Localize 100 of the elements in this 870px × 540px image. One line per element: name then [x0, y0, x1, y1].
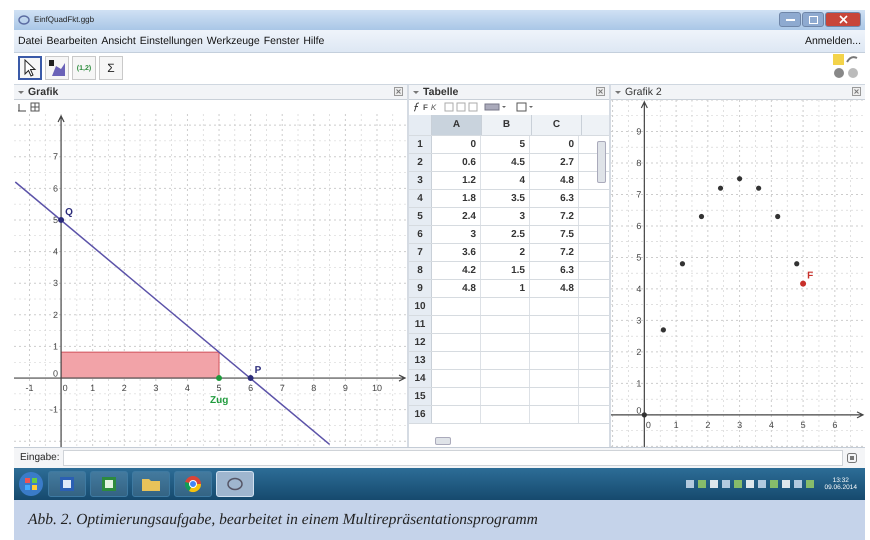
axis-tick-label: 1	[636, 378, 642, 388]
table-cell: 4.8	[432, 280, 481, 297]
axis-tick-label: 2	[53, 309, 58, 320]
point[interactable]	[58, 216, 64, 222]
axis-tick-label: 5	[800, 419, 806, 430]
table-cell: 7.2	[530, 208, 579, 225]
table-cell: 2.7	[530, 154, 579, 171]
table-cell: 4	[481, 172, 530, 189]
menu-item[interactable]: Bearbeiten	[46, 34, 98, 47]
row-header[interactable]: 6	[409, 226, 432, 243]
row-header[interactable]: 2	[409, 154, 432, 171]
column-header[interactable]: C	[532, 114, 582, 135]
taskbar-app[interactable]	[90, 471, 128, 498]
row-header[interactable]: 14	[409, 370, 432, 387]
scrollbar[interactable]	[435, 436, 451, 445]
menu-item[interactable]: Datei	[18, 34, 43, 47]
input-field[interactable]	[63, 450, 843, 466]
row-header[interactable]: 12	[409, 334, 432, 351]
table-cell: 1.5	[481, 262, 530, 279]
point-label: Zug	[210, 394, 228, 406]
maximize-icon	[808, 16, 818, 24]
row-header[interactable]: 3	[409, 172, 432, 189]
menu-item[interactable]: Einstellungen	[140, 34, 203, 47]
axis-tick-label: 2	[636, 346, 642, 356]
minimize-button[interactable]	[779, 12, 801, 28]
taskbar-app[interactable]	[132, 471, 170, 498]
collapse-icon[interactable]	[615, 88, 621, 95]
row-header[interactable]: 16	[409, 406, 432, 423]
close-icon[interactable]	[596, 87, 605, 96]
axis-tick-label: 4	[768, 419, 774, 430]
table-cell: 1.2	[432, 172, 481, 189]
axis-tick-label: -1	[25, 382, 34, 393]
folder-icon	[141, 476, 161, 492]
table-cell: 6.3	[530, 190, 579, 207]
row-header[interactable]: 8	[409, 262, 432, 279]
taskbar-app[interactable]	[174, 471, 212, 498]
axis-tick-label: 4	[184, 382, 190, 393]
axis-tick-label: 6	[832, 419, 838, 430]
axis-tick-label: 7	[636, 189, 642, 200]
document-icon	[58, 476, 76, 492]
table-cell: 2	[481, 244, 530, 261]
table-cell: 4.5	[481, 154, 530, 171]
axis-tick-label: 8	[636, 158, 642, 168]
keyboard-icon[interactable]	[847, 452, 857, 463]
table-cell: 3.6	[432, 244, 481, 261]
axis-tick-label: 6	[636, 220, 642, 231]
axis-tick-label: 8	[311, 382, 316, 393]
tool-button[interactable]: Σ	[99, 56, 123, 80]
formula-icon[interactable]	[412, 102, 420, 112]
row-header[interactable]: 11	[409, 316, 432, 333]
ellipse-icon	[226, 476, 244, 492]
window-title: EinfQuadFkt.ggb	[34, 15, 94, 24]
row-header[interactable]: 7	[409, 244, 432, 261]
axis-tick-label: 1	[53, 341, 58, 351]
column-header[interactable]: A	[432, 114, 482, 135]
system-tray-icons-drawing[interactable]	[686, 478, 816, 490]
figure-caption: Abb. 2. Optimierungsaufgabe, bearbeitet in einem Multirepräsentationsprogramm	[28, 511, 538, 529]
point[interactable]	[800, 280, 806, 286]
close-button[interactable]	[825, 12, 861, 28]
taskbar-app[interactable]	[48, 471, 86, 498]
collapse-icon[interactable]	[413, 88, 419, 95]
tool-button[interactable]	[18, 56, 42, 80]
scrollbar[interactable]	[597, 140, 606, 183]
undo-redo-help-icons-drawing	[831, 52, 861, 80]
sign-in-link[interactable]: Anmelden...	[804, 34, 861, 47]
axis-tick-label: 1	[674, 419, 679, 430]
table-cell: 7.5	[530, 226, 579, 243]
row-header[interactable]: 1	[409, 136, 432, 153]
collapse-icon[interactable]	[18, 88, 24, 95]
table-cell: 4.8	[530, 172, 579, 189]
row-header[interactable]: 4	[409, 190, 432, 207]
axis-tick-label: 6	[248, 382, 254, 393]
row-header[interactable]: 15	[409, 388, 432, 405]
axis-tick-label: 5	[636, 252, 642, 262]
close-icon[interactable]	[852, 87, 861, 96]
view-title: Grafik	[28, 86, 58, 98]
close-icon	[838, 15, 848, 24]
menu-item[interactable]: Fenster	[264, 34, 300, 47]
table-cell: 0	[530, 136, 579, 153]
view-title: Grafik 2	[625, 86, 662, 98]
maximize-button[interactable]	[802, 12, 824, 28]
menu-item[interactable]: Hilfe	[303, 34, 324, 47]
axis-tick-label: 4	[53, 246, 58, 256]
row-header[interactable]: 13	[409, 352, 432, 369]
column-header[interactable]: B	[482, 114, 532, 135]
row-header[interactable]: 9	[409, 280, 432, 297]
menu-item[interactable]: Ansicht	[101, 34, 136, 47]
row-header[interactable]: 10	[409, 298, 432, 315]
row-header[interactable]: 5	[409, 208, 432, 225]
menu-item[interactable]: Werkzeuge	[206, 34, 260, 47]
table-cell: 3	[481, 208, 530, 225]
start-button[interactable]	[18, 471, 44, 498]
point[interactable]	[248, 374, 254, 381]
table-cell: 4.8	[530, 280, 579, 297]
axis-tick-label: 2	[705, 419, 710, 430]
axis-tick-label: 3	[153, 382, 158, 393]
format-button[interactable]: F	[423, 102, 428, 112]
format-button[interactable]: K	[430, 102, 436, 112]
axis-tick-label: 1	[90, 382, 96, 393]
close-icon[interactable]	[394, 87, 403, 96]
